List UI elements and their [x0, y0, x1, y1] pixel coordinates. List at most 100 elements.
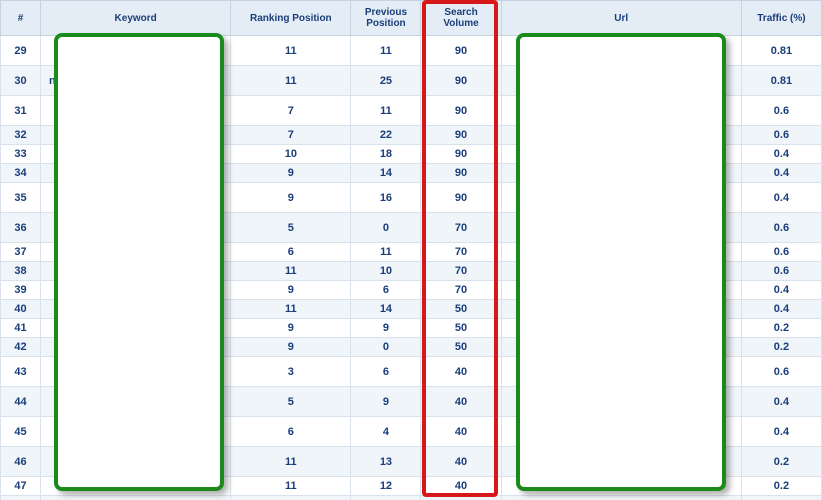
row-traffic: 0.6: [741, 357, 821, 387]
header-traffic[interactable]: Traffic (%): [741, 1, 821, 36]
row-ranking-position: 11: [231, 66, 351, 96]
row-search-volume: 90: [421, 36, 501, 66]
row-url: [501, 281, 741, 300]
row-previous-position: 14: [351, 300, 421, 319]
table-row[interactable]: 37611700.6: [1, 243, 822, 262]
row-search-volume: 40: [421, 387, 501, 417]
table-row[interactable]: 35916900.4: [1, 183, 822, 213]
row-num: 39: [1, 281, 41, 300]
table-row[interactable]: 31711900.6: [1, 96, 822, 126]
row-url: [501, 387, 741, 417]
row-ranking-position: 11: [231, 36, 351, 66]
row-ranking-position: 9: [231, 338, 351, 357]
row-previous-position: 14: [351, 164, 421, 183]
row-num: 38: [1, 262, 41, 281]
row-url: [501, 213, 741, 243]
row-num: 40: [1, 300, 41, 319]
header-keyword[interactable]: Keyword: [41, 1, 231, 36]
row-search-volume: 70: [421, 281, 501, 300]
row-num: 46: [1, 447, 41, 477]
row-search-volume: 90: [421, 96, 501, 126]
row-previous-position: 11: [351, 96, 421, 126]
header-url[interactable]: Url: [501, 1, 741, 36]
table-row[interactable]: 3650700.6: [1, 213, 822, 243]
table-row[interactable]: 401114500.4: [1, 300, 822, 319]
row-search-volume: 90: [421, 164, 501, 183]
row-keyword: [41, 243, 231, 262]
row-keyword: [41, 338, 231, 357]
row-keyword: [41, 262, 231, 281]
header-ranking-position[interactable]: Ranking Position: [231, 1, 351, 36]
row-traffic: 0.81: [741, 36, 821, 66]
row-search-volume: 40: [421, 477, 501, 496]
table-row[interactable]: 331018900.4: [1, 145, 822, 164]
table-row[interactable]: 30n1125900.81: [1, 66, 822, 96]
row-keyword: [41, 447, 231, 477]
row-url: [501, 417, 741, 447]
row-url: [501, 66, 741, 96]
row-num: 35: [1, 183, 41, 213]
table-row[interactable]: 381110700.6: [1, 262, 822, 281]
row-previous-position: 9: [351, 319, 421, 338]
row-keyword: [41, 477, 231, 496]
row-search-volume: 90: [421, 183, 501, 213]
row-search-volume: 90: [421, 66, 501, 96]
row-ranking-position: 10: [231, 145, 351, 164]
row-num: 41: [1, 319, 41, 338]
row-search-volume: 70: [421, 262, 501, 281]
row-ranking-position: 9: [231, 319, 351, 338]
row-traffic: 0.6: [741, 243, 821, 262]
table-row[interactable]: 4459400.4: [1, 387, 822, 417]
table-row[interactable]: 34914900.4: [1, 164, 822, 183]
row-keyword: [41, 417, 231, 447]
row-search-volume: 40: [421, 357, 501, 387]
row-ranking-position: 7: [231, 96, 351, 126]
table-row[interactable]: 32722900.6: [1, 126, 822, 145]
row-search-volume: 40: [421, 447, 501, 477]
row-keyword: [41, 387, 231, 417]
row-ranking-position: 5: [231, 213, 351, 243]
row-search-volume: 90: [421, 145, 501, 164]
row-url: [501, 36, 741, 66]
row-search-volume: 40: [421, 496, 501, 500]
row-search-volume: 50: [421, 338, 501, 357]
row-previous-position: 16: [351, 183, 421, 213]
row-ranking-position: 9: [231, 164, 351, 183]
row-url: [501, 447, 741, 477]
row-keyword: [41, 496, 231, 500]
row-traffic: 0.2: [741, 338, 821, 357]
table-row[interactable]: 461113400.2: [1, 447, 822, 477]
row-num: 44: [1, 387, 41, 417]
table-row[interactable]: 4199500.2: [1, 319, 822, 338]
row-keyword: [41, 126, 231, 145]
table-row[interactable]: 481113400.2: [1, 496, 822, 500]
row-ranking-position: 6: [231, 243, 351, 262]
row-num: 31: [1, 96, 41, 126]
row-num: 42: [1, 338, 41, 357]
row-url: [501, 145, 741, 164]
row-search-volume: 90: [421, 126, 501, 145]
row-keyword: [41, 145, 231, 164]
row-url: [501, 338, 741, 357]
row-url: [501, 477, 741, 496]
header-previous-position[interactable]: Previous Position: [351, 1, 421, 36]
row-previous-position: 18: [351, 145, 421, 164]
row-traffic: 0.4: [741, 387, 821, 417]
row-num: 43: [1, 357, 41, 387]
row-ranking-position: 6: [231, 417, 351, 447]
table-row[interactable]: 4564400.4: [1, 417, 822, 447]
header-num[interactable]: #: [1, 1, 41, 36]
table-row[interactable]: 291111900.81: [1, 36, 822, 66]
header-search-volume[interactable]: Search Volume: [421, 1, 501, 36]
table-row[interactable]: 471112400.2: [1, 477, 822, 496]
row-traffic: 0.81: [741, 66, 821, 96]
row-url: [501, 183, 741, 213]
row-traffic: 0.4: [741, 281, 821, 300]
row-url: [501, 300, 741, 319]
table-row[interactable]: 3996700.4: [1, 281, 822, 300]
table-row[interactable]: 4290500.2: [1, 338, 822, 357]
table-row[interactable]: 4336400.6: [1, 357, 822, 387]
row-url: [501, 357, 741, 387]
row-previous-position: 12: [351, 477, 421, 496]
row-num: 32: [1, 126, 41, 145]
